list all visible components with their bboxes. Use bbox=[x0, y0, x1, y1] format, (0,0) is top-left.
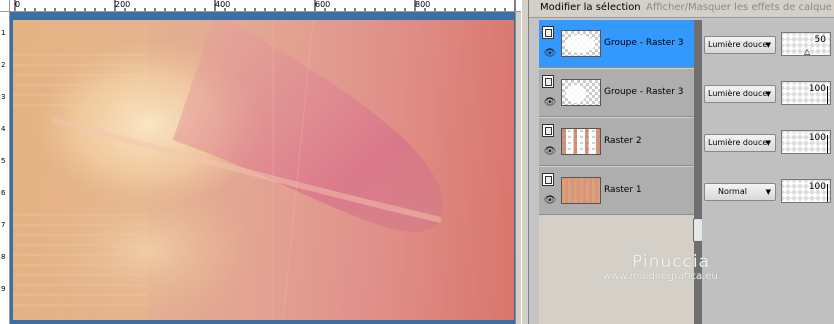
slider-marker-icon bbox=[827, 135, 828, 153]
layer-row-groupe-raster-3-b[interactable]: 👁 Groupe - Raster 3 bbox=[539, 69, 694, 117]
blend-mode-dropdown[interactable]: Lumière douce ▼ bbox=[704, 134, 776, 152]
layers-toolbar: Modifier la sélection Afficher/Masquer l… bbox=[529, 0, 834, 18]
layer-thumbnail bbox=[561, 177, 601, 204]
chevron-down-icon: ▼ bbox=[765, 139, 771, 147]
layer-thumbnail bbox=[561, 79, 601, 106]
ruler-ticks bbox=[14, 0, 516, 11]
blend-mode-dropdown[interactable]: Lumière douce ▼ bbox=[704, 36, 776, 54]
horizontal-ruler: 0 200 400 600 800 bbox=[10, 0, 521, 12]
opacity-slider[interactable]: 100 bbox=[781, 179, 831, 203]
panel-divider[interactable] bbox=[521, 0, 529, 324]
ruler-label-400: 400 bbox=[215, 0, 231, 9]
opacity-value: 100 bbox=[808, 133, 826, 143]
layer-props-row: Lumière douce ▼ 50 △ bbox=[702, 20, 834, 68]
chevron-down-icon: ▼ bbox=[765, 188, 771, 196]
watermark-url: www.maidiregrafica.eu bbox=[603, 271, 718, 282]
layer-name: Raster 1 bbox=[604, 185, 642, 195]
eye-icon[interactable]: 👁 bbox=[543, 195, 557, 207]
blend-mode-value: Lumière douce bbox=[708, 89, 768, 98]
artwork bbox=[13, 20, 514, 320]
slider-marker-icon bbox=[827, 184, 828, 202]
ruler-label-200: 200 bbox=[115, 0, 131, 9]
document-icon bbox=[542, 173, 554, 186]
eye-icon[interactable]: 👁 bbox=[543, 97, 557, 109]
slider-marker-icon bbox=[827, 86, 828, 104]
canvas-area[interactable]: 0 200 400 600 800 1 2 3 4 5 6 7 8 9 bbox=[0, 0, 521, 324]
opacity-slider[interactable]: 50 △ bbox=[781, 32, 831, 56]
vruler-label-2: 2 bbox=[1, 61, 6, 69]
blend-mode-dropdown[interactable]: Lumière douce ▼ bbox=[704, 85, 776, 103]
ruler-corner bbox=[0, 0, 10, 12]
opacity-value: 100 bbox=[808, 182, 826, 192]
vruler-label-7: 7 bbox=[1, 221, 6, 229]
blend-mode-dropdown[interactable]: Normal ▼ bbox=[704, 183, 776, 201]
vruler-label-6: 6 bbox=[1, 189, 6, 197]
thumb-blob bbox=[566, 85, 586, 103]
layer-props-row: Normal ▼ 100 bbox=[702, 167, 834, 215]
layer-row-groupe-raster-3-a[interactable]: 👁 Groupe - Raster 3 bbox=[539, 20, 694, 68]
eye-icon[interactable]: 👁 bbox=[543, 146, 557, 158]
opacity-value: 100 bbox=[808, 84, 826, 94]
document-icon bbox=[542, 75, 554, 88]
thumb-blob bbox=[565, 35, 595, 53]
opacity-slider[interactable]: 100 bbox=[781, 130, 831, 154]
document-icon bbox=[542, 26, 554, 39]
watermark-title: Pinuccia bbox=[632, 252, 710, 272]
layer-name: Groupe - Raster 3 bbox=[604, 38, 684, 48]
layer-row-raster-1[interactable]: 👁 Raster 1 bbox=[539, 167, 694, 215]
opacity-slider[interactable]: 100 bbox=[781, 81, 831, 105]
vruler-label-8: 8 bbox=[1, 253, 6, 261]
layer-thumbnail bbox=[561, 128, 601, 155]
layer-props-row: Lumière douce ▼ 100 bbox=[702, 118, 834, 166]
opacity-value: 50 bbox=[814, 35, 826, 45]
modify-selection-button[interactable]: Modifier la sélection bbox=[540, 1, 641, 17]
eye-icon[interactable]: 👁 bbox=[543, 48, 557, 60]
ruler-label-800: 800 bbox=[415, 0, 431, 9]
layer-props-row: Lumière douce ▼ 100 bbox=[702, 69, 834, 117]
blend-mode-value: Lumière douce bbox=[708, 40, 768, 49]
layer-thumbnail bbox=[561, 30, 601, 57]
layer-name: Groupe - Raster 3 bbox=[604, 87, 684, 97]
slider-marker-icon: △ bbox=[804, 47, 811, 56]
layer-properties-column: Lumière douce ▼ 50 △ Lumière douce ▼ 100… bbox=[702, 20, 834, 324]
vruler-label-1: 1 bbox=[1, 29, 6, 37]
image-canvas[interactable] bbox=[13, 20, 514, 320]
vruler-label-5: 5 bbox=[1, 157, 6, 165]
vruler-label-3: 3 bbox=[1, 93, 6, 101]
layer-name: Raster 2 bbox=[604, 136, 642, 146]
chevron-down-icon: ▼ bbox=[765, 41, 771, 49]
layer-row-raster-2[interactable]: 👁 Raster 2 bbox=[539, 118, 694, 166]
toggle-layer-effects-button[interactable]: Afficher/Masquer les effets de calque bbox=[646, 1, 832, 17]
ruler-label-600: 600 bbox=[315, 0, 331, 9]
blend-mode-value: Lumière douce bbox=[708, 138, 768, 147]
ruler-label-0: 0 bbox=[15, 0, 21, 9]
chevron-down-icon: ▼ bbox=[765, 90, 771, 98]
document-icon bbox=[542, 124, 554, 137]
vertical-ruler: 1 2 3 4 5 6 7 8 9 bbox=[0, 12, 10, 324]
vruler-label-4: 4 bbox=[1, 125, 6, 133]
blend-mode-value: Normal bbox=[718, 187, 747, 196]
vruler-label-9: 9 bbox=[1, 285, 6, 293]
